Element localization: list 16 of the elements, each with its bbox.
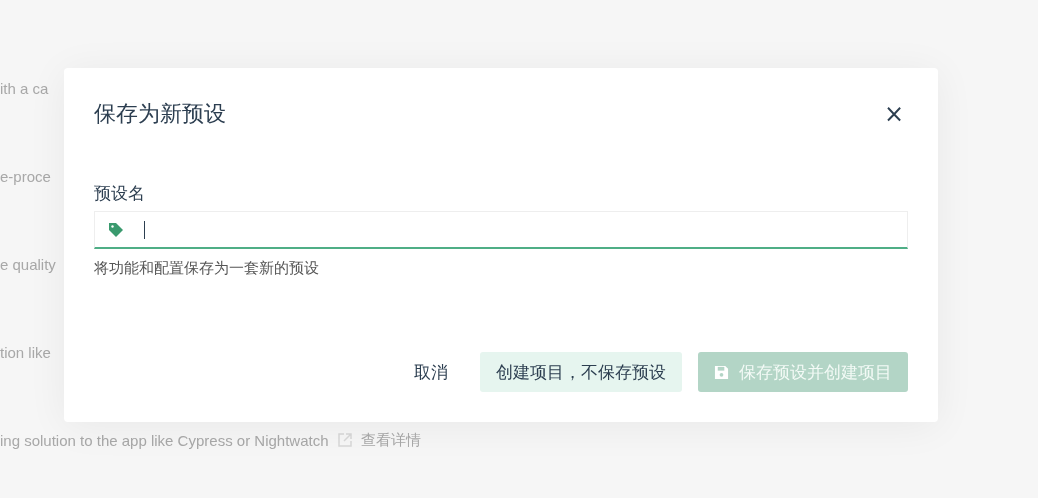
background-text: tion like: [0, 343, 51, 361]
cancel-button[interactable]: 取消: [398, 352, 464, 392]
input-field[interactable]: [94, 211, 908, 249]
create-button[interactable]: 创建项目，不保存预设: [480, 352, 682, 392]
tag-icon: [108, 221, 124, 238]
background-text: e-proce: [0, 167, 51, 185]
text-cursor: [144, 220, 145, 239]
background-text: ing solution to the app like Cypress or Nightwatch: [0, 431, 329, 449]
close-button[interactable]: ×: [879, 100, 908, 128]
save-icon: [714, 364, 729, 380]
field-label: 预设名: [94, 182, 146, 205]
background-text: e quality: [0, 255, 56, 273]
field-hint: 将功能和配置保存为一套新的预设: [94, 259, 320, 278]
dialog-title: 保存为新预设: [94, 100, 226, 128]
external-link-icon: [336, 432, 353, 448]
background-text: ith a ca: [0, 79, 49, 97]
